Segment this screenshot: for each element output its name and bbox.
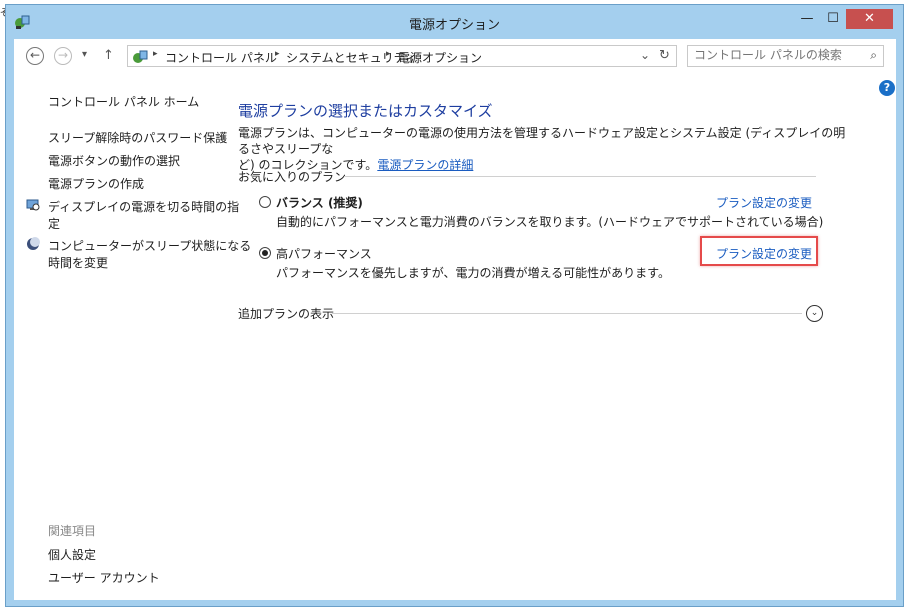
window-title: 電源オプション [408, 18, 500, 33]
favorites-divider [344, 176, 816, 177]
sidebar-home-link[interactable]: コントロール パネル ホーム [48, 93, 199, 110]
power-plan-details-link[interactable]: 電源プランの詳細 [377, 158, 473, 172]
description-line1: 電源プランは、コンピューターの電源の使用方法を管理するハードウェア設定とシステム… [238, 126, 846, 156]
breadcrumb-power-options[interactable]: 電源オプション [398, 49, 482, 66]
main-window: 電源オプション — ☐ ✕ ← → ▾ ↑ ▸ コントロール パネル ▸ システ… [5, 4, 904, 607]
page-title: 電源プランの選択またはカスタマイズ [238, 102, 493, 120]
related-title: 関連項目 [48, 524, 97, 538]
plan-desc-balanced: 自動的にパフォーマンスと電力消費のバランスを取ります。(ハードウェアでサポートさ… [276, 215, 824, 229]
expand-more-plans-icon[interactable]: ⌄ [806, 305, 823, 322]
sidebar-item-sleep-time[interactable]: コンピューターがスリープ状態になる 時間を変更 [48, 237, 251, 271]
maximize-button[interactable]: ☐ [820, 9, 846, 29]
sidebar-item-wake-password[interactable]: スリープ解除時のパスワード保護 [48, 129, 227, 146]
back-button[interactable]: ← [26, 47, 44, 65]
breadcrumb-separator: ▸ [275, 49, 280, 59]
control-panel-icon [132, 49, 148, 63]
navigation-bar: ← → ▾ ↑ ▸ コントロール パネル ▸ システムとセキュリティ ▸ 電源オ… [14, 39, 896, 73]
plan-desc-high-performance: パフォーマンスを優先しますが、電力の消費が増える可能性があります。 [276, 266, 670, 280]
content-area: ? コントロール パネル ホーム スリープ解除時のパスワード保護 電源ボタンの動… [14, 73, 896, 600]
search-icon[interactable]: ⌕ [870, 48, 877, 63]
breadcrumb-separator: ▸ [153, 49, 158, 59]
close-button[interactable]: ✕ [846, 9, 893, 29]
favorites-label: お気に入りのプラン [238, 170, 347, 184]
address-bar[interactable]: ▸ コントロール パネル ▸ システムとセキュリティ ▸ 電源オプション ⌄ ↻ [127, 45, 677, 67]
plan-name-high-performance[interactable]: 高パフォーマンス [276, 245, 372, 262]
address-dropdown-icon[interactable]: ⌄ [640, 48, 650, 62]
breadcrumb-control-panel[interactable]: コントロール パネル [165, 49, 277, 66]
breadcrumb-separator: ▸ [386, 49, 391, 59]
recent-pages-button[interactable]: ▾ [82, 49, 87, 60]
sidebar-item-power-button[interactable]: 電源ボタンの動作の選択 [48, 152, 180, 169]
minimize-button[interactable]: — [794, 9, 820, 29]
change-plan-settings-link-high-performance[interactable]: プラン設定の変更 [716, 245, 812, 262]
related-link-user-accounts[interactable]: ユーザー アカウント [48, 569, 160, 586]
more-plans-divider [332, 313, 802, 314]
change-plan-settings-link-balanced[interactable]: プラン設定の変更 [716, 194, 812, 211]
sidebar-item-display-off[interactable]: ディスプレイの電源を切る時間の指 定 [48, 198, 239, 232]
sidebar-item-sleep-time-line1: コンピューターがスリープ状態になる [48, 239, 252, 253]
moon-sleep-icon [26, 237, 40, 251]
up-button[interactable]: ↑ [103, 48, 114, 63]
show-more-plans-label[interactable]: 追加プランの表示 [238, 305, 334, 322]
page-description: 電源プランは、コンピューターの電源の使用方法を管理するハードウェア設定とシステム… [238, 125, 848, 173]
plan-radio-high-performance[interactable] [259, 247, 271, 259]
search-box[interactable]: ⌕ [687, 45, 884, 67]
sidebar-item-display-off-line1: ディスプレイの電源を切る時間の指 [48, 200, 240, 214]
sidebar-item-display-off-line2: 定 [48, 217, 61, 231]
sidebar-item-create-plan[interactable]: 電源プランの作成 [48, 175, 144, 192]
monitor-clock-icon [26, 198, 40, 212]
plan-radio-balanced[interactable] [259, 196, 271, 208]
plan-name-balanced[interactable]: バランス (推奨) [276, 194, 363, 211]
sidebar-item-sleep-time-line2: 時間を変更 [48, 256, 109, 270]
title-bar: 電源オプション — ☐ ✕ [6, 5, 903, 39]
refresh-icon[interactable]: ↻ [659, 48, 670, 63]
forward-button[interactable]: → [54, 47, 72, 65]
help-icon[interactable]: ? [879, 80, 895, 96]
search-input[interactable] [694, 48, 854, 62]
related-link-personalization[interactable]: 個人設定 [48, 546, 96, 563]
